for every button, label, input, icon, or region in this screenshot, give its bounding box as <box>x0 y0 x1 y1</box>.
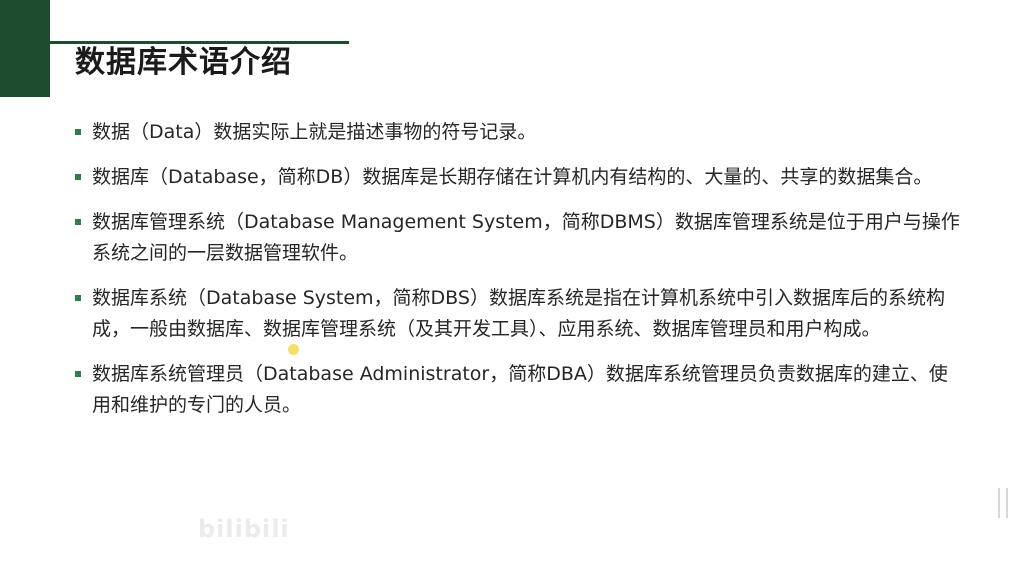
bullet-text: 数据库（Database，简称DB）数据库是长期存储在计算机内有结构的、大量的、… <box>92 166 933 188</box>
slide-title: 数据库术语介绍 <box>75 45 292 80</box>
bullet-marker-icon <box>75 219 81 225</box>
bilibili-watermark-logo: bilibili <box>198 515 290 543</box>
bullet-item-dbs: 数据库系统（Database System，简称DBS）数据库系统是指在计算机系… <box>74 283 964 345</box>
bullet-text: 数据库系统（Database System，简称DBS）数据库系统是指在计算机系… <box>92 287 945 340</box>
bullet-item-data: 数据（Data）数据实际上就是描述事物的符号记录。 <box>74 117 964 148</box>
bullet-marker-icon <box>75 295 81 301</box>
pause-icon <box>998 488 1008 518</box>
bullet-marker-icon <box>75 129 81 135</box>
bullet-marker-icon <box>75 371 81 377</box>
bullet-text: 数据（Data）数据实际上就是描述事物的符号记录。 <box>92 121 537 143</box>
bullet-list: 数据（Data）数据实际上就是描述事物的符号记录。 数据库（Database，简… <box>74 117 964 435</box>
bullet-item-dbms: 数据库管理系统（Database Management System，简称DBM… <box>74 207 964 269</box>
bullet-text: 数据库系统管理员（Database Administrator，简称DBA）数据… <box>92 363 948 416</box>
bullet-text: 数据库管理系统（Database Management System，简称DBM… <box>92 211 960 264</box>
bullet-marker-icon <box>75 174 81 180</box>
accent-block <box>0 0 50 97</box>
bullet-item-database: 数据库（Database，简称DB）数据库是长期存储在计算机内有结构的、大量的、… <box>74 162 964 193</box>
mouse-cursor-highlight-icon <box>288 344 299 355</box>
bullet-item-dba: 数据库系统管理员（Database Administrator，简称DBA）数据… <box>74 359 964 421</box>
